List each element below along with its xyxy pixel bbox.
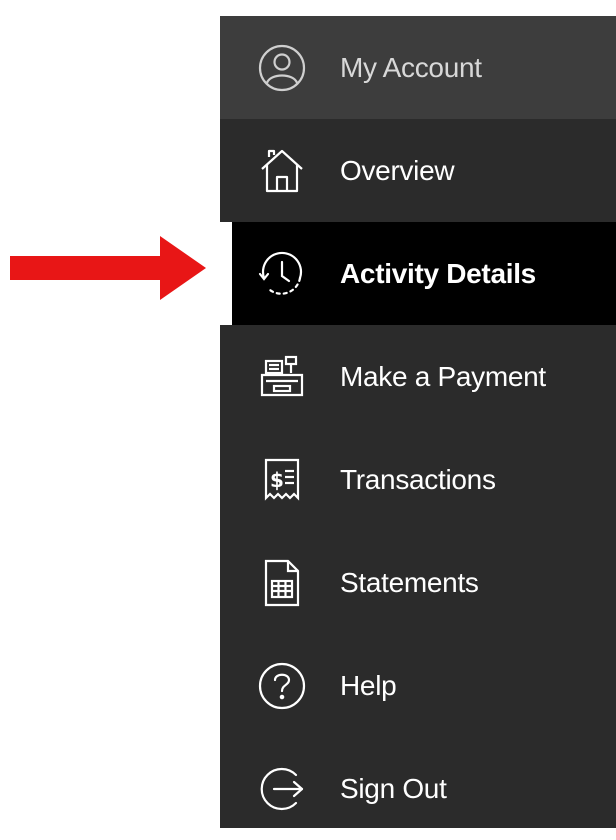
receipt-icon: $	[256, 454, 308, 506]
sidebar-item-label: Make a Payment	[340, 360, 546, 392]
sidebar-item-overview[interactable]: Overview	[220, 119, 616, 222]
clock-history-icon	[256, 248, 308, 300]
account-sidebar: My Account Overview Activity Details Mak…	[220, 16, 616, 828]
sidebar-item-transactions[interactable]: $ Transactions	[220, 428, 616, 531]
user-circle-icon	[256, 42, 308, 94]
sidebar-item-label: Statements	[340, 566, 479, 598]
top-strip	[220, 0, 616, 16]
annotation-arrow-icon	[10, 236, 206, 300]
question-circle-icon	[256, 660, 308, 712]
sidebar-item-make-a-payment[interactable]: Make a Payment	[220, 325, 616, 428]
sidebar-item-label: Overview	[340, 154, 455, 186]
sidebar-item-label: Help	[340, 669, 397, 701]
cash-register-icon	[256, 351, 308, 403]
sidebar-item-label: Activity Details	[340, 257, 536, 289]
sidebar-item-label: My Account	[340, 51, 482, 83]
sidebar-item-sign-out[interactable]: Sign Out	[220, 737, 616, 840]
sidebar-item-label: Sign Out	[340, 772, 447, 804]
sidebar-item-activity-details[interactable]: Activity Details	[220, 222, 616, 325]
sidebar-item-help[interactable]: Help	[220, 634, 616, 737]
sidebar-item-label: Transactions	[340, 463, 496, 495]
sidebar-item-statements[interactable]: Statements	[220, 531, 616, 634]
sign-out-icon	[256, 763, 308, 815]
svg-text:$: $	[270, 468, 284, 492]
sidebar-item-my-account[interactable]: My Account	[220, 16, 616, 119]
document-table-icon	[256, 557, 308, 609]
home-icon	[256, 145, 308, 197]
